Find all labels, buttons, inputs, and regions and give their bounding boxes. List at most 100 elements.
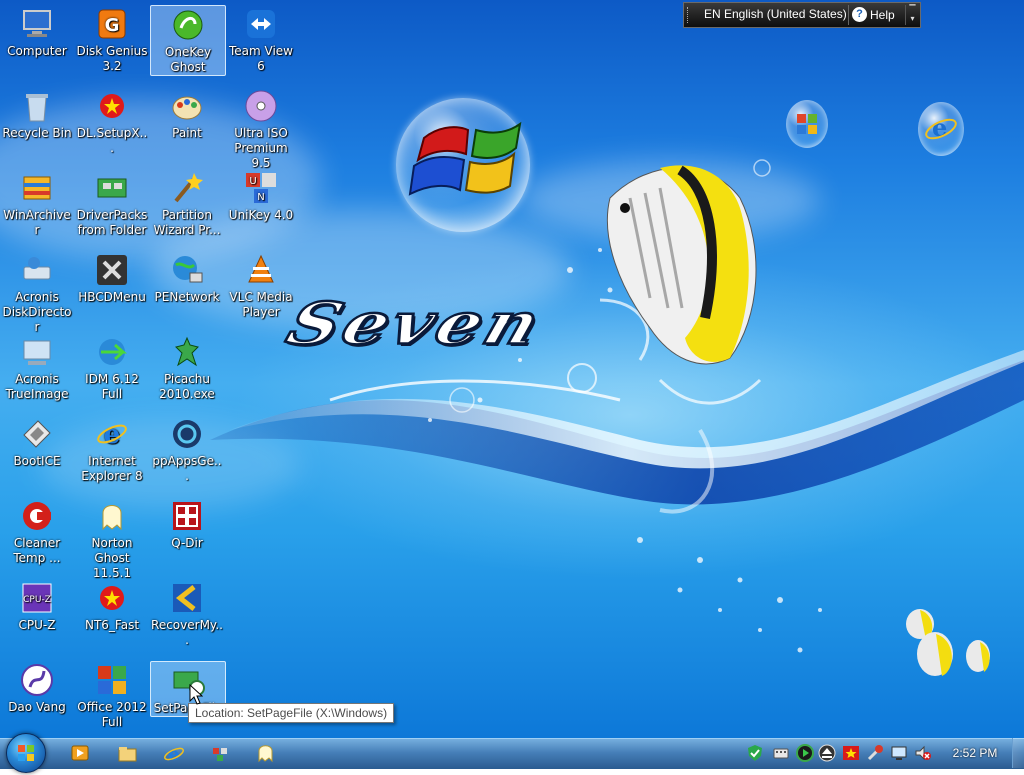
desktop-icon-norton-ghost[interactable]: Norton Ghost 11.5.1 [75,497,149,581]
language-bar-options-button[interactable]: ▔ ▾ [905,5,919,25]
desktop-icon-recovermy[interactable]: RecoverMy... [150,579,224,648]
windows-flag-icon [408,121,522,196]
desktop-icon-team-view[interactable]: Team View 6 [224,5,298,74]
desktop-icon-label: Recycle Bin [2,126,72,140]
show-desktop-button[interactable] [1012,738,1024,768]
desktop-icon-driverpacks[interactable]: DriverPacks from Folder [75,169,149,238]
desktop-icon-label: VLC Media Player [229,290,293,319]
desktop-icon-computer[interactable]: Computer [0,5,74,59]
tray-eject-icon[interactable] [818,744,836,762]
desktop-icon-ppappsge[interactable]: ppAppsGe... [150,415,224,484]
desktop-icon-label: Team View 6 [228,44,293,73]
desktop-icon-cleaner[interactable]: Cleaner Temp ... [0,497,74,566]
butterflyfish-large [606,165,757,365]
cpu-z-icon: CPU-Z [22,583,52,613]
ghost-icon [258,745,273,763]
explorer-folder-icon [118,747,137,762]
mouse-cursor-icon [189,684,203,705]
taskbar-ie-button[interactable]: e [161,740,187,766]
desktop-icon-idm[interactable]: IDM 6.12 Full [75,333,149,402]
desktop-icon-dl-setup[interactable]: DL.SetupX... [75,87,149,156]
vietnam-star-icon [100,586,124,610]
taskbar-explorer-button[interactable] [114,740,140,766]
disc-icon [245,90,277,122]
desktop-icon-picachu[interactable]: Picachu 2010.exe [150,333,224,402]
language-indicator[interactable]: EN English (United States) [704,7,847,21]
desktop-icon-label: CPU-Z [18,618,56,632]
tray-security-icon[interactable] [746,744,764,762]
desktop-icon-unikey[interactable]: UN UniKey 4.0 [224,169,298,223]
desktop-icon-office-2012[interactable]: Office 2012 Full [75,661,149,730]
desktop-icon-label: Internet Explorer 8 [81,454,143,483]
desktop-icon-vlc[interactable]: VLC Media Player [224,251,298,320]
svg-text:e: e [104,420,121,450]
windows-flag-icon [797,114,817,134]
desktop-icon-label: IDM 6.12 Full [85,372,139,401]
desktop-icon-hbcdmenu[interactable]: HBCDMenu [75,251,149,305]
wizard-icon [174,173,203,203]
desktop-icon-penetwork[interactable]: PENetwork [150,251,224,305]
display-icon [891,746,907,760]
taskbar-network-tool-button[interactable] [207,740,233,766]
desktop-icon-nt6-fast[interactable]: NT6_Fast [75,579,149,633]
disk-genius-icon: G [98,9,126,39]
desktop-icon-label: Acronis DiskDirector [2,290,72,334]
paint-palette-icon [172,96,202,120]
tools-icon [97,255,127,285]
acronis-icon [23,340,51,365]
help-question-icon: ? [852,7,867,22]
desktop-icon-acronis-trueimage[interactable]: Acronis TrueImage [0,333,74,402]
desktop-icon-bootice[interactable]: BootICE [0,415,74,469]
language-bar-separator [848,5,849,25]
recover-arrow-icon [173,584,201,612]
tray-media-icon[interactable] [796,744,814,762]
desktop-icon-winarchiver[interactable]: WinArchiver [0,169,74,238]
desktop-icon-paint[interactable]: Paint [150,87,224,141]
icon-location-tooltip: Location: SetPageFile (X:\Windows) [188,703,395,723]
taskbar-clock[interactable]: 2:52 PM [940,738,1010,768]
desktop-icon-q-dir[interactable]: Q-Dir [150,497,224,551]
svg-text:G: G [105,15,120,36]
tray-display-icon[interactable] [890,744,908,762]
internet-explorer-icon: e [97,420,127,450]
tray-unikey-icon[interactable] [842,744,860,762]
windows-logo-bubble [396,98,530,232]
globe-network-icon [173,256,203,283]
tray-volume-icon[interactable] [914,744,932,762]
language-bar-help-label: Help [870,8,895,22]
ie-logo-bubble: e [918,102,964,156]
language-bar[interactable]: EN English (United States) ? Help ▔ ▾ [683,2,921,28]
desktop-icon-label: Paint [172,126,202,140]
desktop-icon-disk-genius[interactable]: G Disk Genius 3.2 [75,5,149,74]
tool-red-icon [867,745,883,761]
desktop-icon-label: Partition Wizard Pr... [153,208,221,237]
desktop-icon-partition-wizard[interactable]: Partition Wizard Pr... [150,169,224,238]
desktop-icon-acronis-diskdirector[interactable]: Acronis DiskDirector [0,251,74,335]
desktop-icon-label: Cleaner Temp ... [13,536,61,565]
tray-keyboard-icon[interactable] [772,744,790,762]
desktop-icon-ultra-iso[interactable]: Ultra ISO Premium 9.5 [224,87,298,171]
desktop-icon-cpu-z[interactable]: CPU-Z CPU-Z [0,579,74,633]
driver-board-icon [97,178,127,198]
desktop-icon-internet-explorer[interactable]: e Internet Explorer 8 [75,415,149,484]
language-bar-help-button[interactable]: ? Help [850,5,895,25]
taskbar-ghost-button[interactable] [252,740,278,766]
internet-explorer-icon: e [925,113,957,142]
ghost-icon [102,505,122,531]
keyboard-icon [773,748,789,759]
desktop-icon-dao-vang[interactable]: Dao Vang [0,661,74,715]
desktop-icon-recycle-bin[interactable]: Recycle Bin [0,87,74,141]
unikey-icon: UN [246,173,276,203]
internet-explorer-icon: e [164,744,184,765]
q-dir-icon [173,502,201,530]
start-button[interactable] [6,733,46,773]
teamviewer-icon [247,10,275,38]
play-circle-icon [796,744,814,762]
desktop-icon-onekey-ghost[interactable]: OneKey Ghost [150,5,226,76]
taskbar-media-player-button[interactable] [66,740,92,766]
bootice-icon [23,420,51,448]
language-bar-grip[interactable] [687,7,692,23]
desktop-icon-label: HBCDMenu [78,290,146,304]
desktop-icon-label: WinArchiver [3,208,71,237]
tray-tool-icon[interactable] [866,744,884,762]
